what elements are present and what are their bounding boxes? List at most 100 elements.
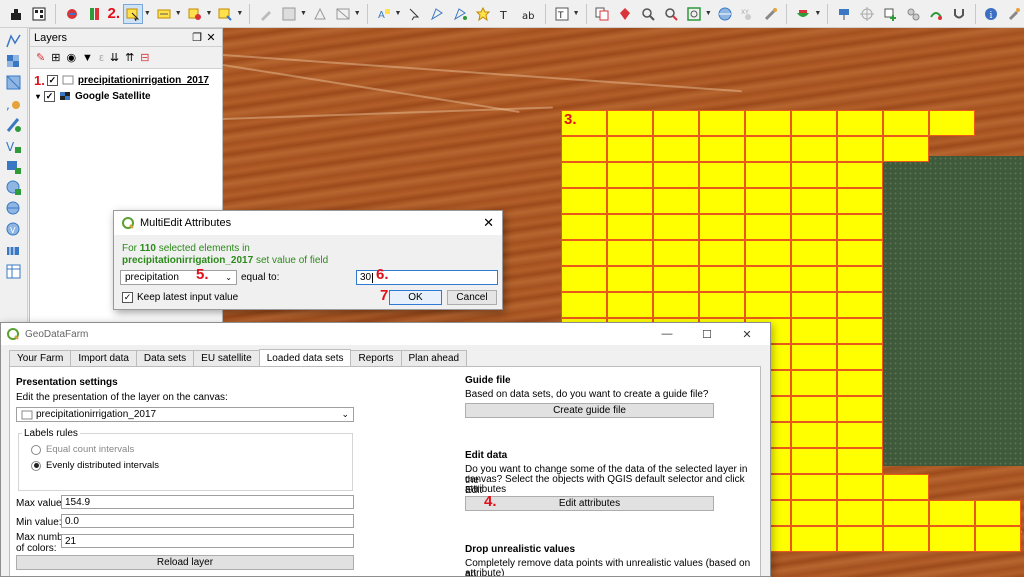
grid-cell[interactable] (561, 266, 607, 292)
map-tips-icon[interactable] (615, 4, 635, 24)
float-panel-icon[interactable]: ❐ (190, 31, 204, 44)
tools-icon[interactable] (761, 4, 781, 24)
collapse-all-icon[interactable]: ⇈ (125, 51, 134, 64)
pin-label-icon[interactable] (404, 4, 424, 24)
select-by-value-icon[interactable] (154, 4, 174, 24)
grid-cell[interactable] (975, 500, 1021, 526)
maximize-icon[interactable]: ☐ (690, 328, 724, 341)
grid-cell[interactable] (653, 214, 699, 240)
layer-visibility-checkbox[interactable]: ✓ (44, 90, 56, 102)
layer-item[interactable]: ▾ ✓ Google Satellite (30, 88, 222, 104)
grid-cell[interactable] (883, 136, 929, 162)
grid-cell[interactable] (837, 240, 883, 266)
grid-cell[interactable] (653, 292, 699, 318)
tab-plan-ahead[interactable]: Plan ahead (400, 350, 468, 366)
radio-equal-count[interactable]: Equal count intervals (31, 444, 134, 455)
close-icon[interactable]: ✕ (483, 215, 494, 231)
grid-cell[interactable] (745, 240, 791, 266)
keep-input-checkbox[interactable]: ✓ (122, 292, 133, 303)
chevron-down-icon[interactable]: ▼ (236, 10, 243, 17)
edit-pencil-icon[interactable] (256, 4, 276, 24)
add-feature-icon[interactable] (880, 4, 900, 24)
grid-cell[interactable] (699, 214, 745, 240)
grid-cell[interactable] (791, 292, 837, 318)
min-value-field[interactable]: 0.0 (61, 514, 354, 528)
grid-cell[interactable] (837, 292, 883, 318)
select-location-icon[interactable] (215, 4, 235, 24)
zoom-in-icon[interactable] (638, 4, 658, 24)
grid-cell[interactable] (699, 240, 745, 266)
grid-cell[interactable] (791, 318, 837, 344)
grid-cell[interactable] (653, 162, 699, 188)
chevron-down-icon[interactable]: ▼ (705, 10, 712, 17)
grid-cell[interactable] (837, 110, 883, 136)
grid-cell[interactable] (607, 162, 653, 188)
grid-cell[interactable] (837, 448, 883, 474)
rotate-label-icon[interactable] (427, 4, 447, 24)
info-icon[interactable]: i (982, 4, 1002, 24)
tab-your-farm[interactable]: Your Farm (9, 350, 72, 366)
add-spatialite-icon[interactable] (3, 116, 25, 134)
grid-cell[interactable] (561, 292, 607, 318)
add-vector-icon[interactable] (3, 32, 25, 50)
split-icon[interactable] (333, 4, 353, 24)
ok-button[interactable]: OK (389, 290, 442, 305)
grid-cell[interactable] (791, 396, 837, 422)
grid-cell[interactable] (653, 188, 699, 214)
grid-cell[interactable] (699, 162, 745, 188)
zoom-full-icon[interactable] (684, 4, 704, 24)
chevron-down-icon[interactable]: ▼ (354, 10, 361, 17)
label-icon[interactable]: A (374, 4, 394, 24)
grid-cell[interactable] (837, 266, 883, 292)
layer-visibility-checkbox[interactable]: ✓ (46, 74, 58, 86)
grid-cell[interactable] (561, 214, 607, 240)
grid-cell[interactable] (883, 526, 929, 552)
grid-cell[interactable] (745, 266, 791, 292)
grid-cell[interactable] (653, 240, 699, 266)
move-label-icon[interactable] (450, 4, 470, 24)
grid-cell[interactable] (699, 110, 745, 136)
grid-cell[interactable] (607, 136, 653, 162)
layer-select[interactable]: precipitationirrigation_2017 ⌄ (16, 407, 354, 422)
edit-attributes-button[interactable]: Edit attributes (465, 496, 714, 511)
grid-cell[interactable] (791, 344, 837, 370)
grid-cell[interactable] (929, 526, 975, 552)
satellite-plugin-icon[interactable] (62, 4, 82, 24)
grid-cell[interactable] (561, 188, 607, 214)
grid-cell[interactable] (791, 136, 837, 162)
grid-cell[interactable] (561, 136, 607, 162)
grid-cell[interactable] (607, 188, 653, 214)
create-guide-file-button[interactable]: Create guide file (465, 403, 714, 418)
chevron-down-icon[interactable]: ▼ (175, 10, 182, 17)
identify-icon[interactable] (834, 4, 854, 24)
grid-cell[interactable] (745, 188, 791, 214)
grid-cell[interactable] (791, 526, 837, 552)
grid-cell[interactable] (745, 292, 791, 318)
wrench-icon[interactable] (1004, 4, 1024, 24)
remove-layer-icon[interactable]: ⊟ (140, 51, 149, 64)
grid-cell[interactable] (791, 422, 837, 448)
vertex-tool-icon[interactable] (310, 4, 330, 24)
tab-data-sets[interactable]: Data sets (135, 350, 195, 366)
grid-cell[interactable] (791, 188, 837, 214)
grid-cell[interactable] (883, 110, 929, 136)
grid-cell[interactable] (791, 110, 837, 136)
grid-cell[interactable] (791, 500, 837, 526)
add-group-icon[interactable]: ⊞ (51, 51, 60, 64)
add-wfs-icon[interactable] (3, 179, 25, 197)
chevron-down-icon[interactable]: ▼ (814, 10, 821, 17)
star-label-icon[interactable] (473, 4, 493, 24)
grid-cell[interactable] (837, 526, 883, 552)
expand-all-icon[interactable]: ⇊ (110, 51, 119, 64)
text-annotation-icon[interactable]: T (552, 4, 572, 24)
add-mesh-icon[interactable] (3, 74, 25, 92)
tab-loaded-data-sets[interactable]: Loaded data sets (258, 349, 352, 366)
add-vector-tile-icon[interactable]: V (3, 221, 25, 239)
max-value-field[interactable]: 154.9 (61, 495, 354, 509)
coordinates-icon[interactable]: XY (738, 4, 758, 24)
grid-cell[interactable] (837, 500, 883, 526)
copy-style-icon[interactable] (593, 4, 613, 24)
select-features-icon[interactable] (123, 3, 143, 24)
grid-cell[interactable] (791, 448, 837, 474)
grid-cell[interactable] (883, 500, 929, 526)
